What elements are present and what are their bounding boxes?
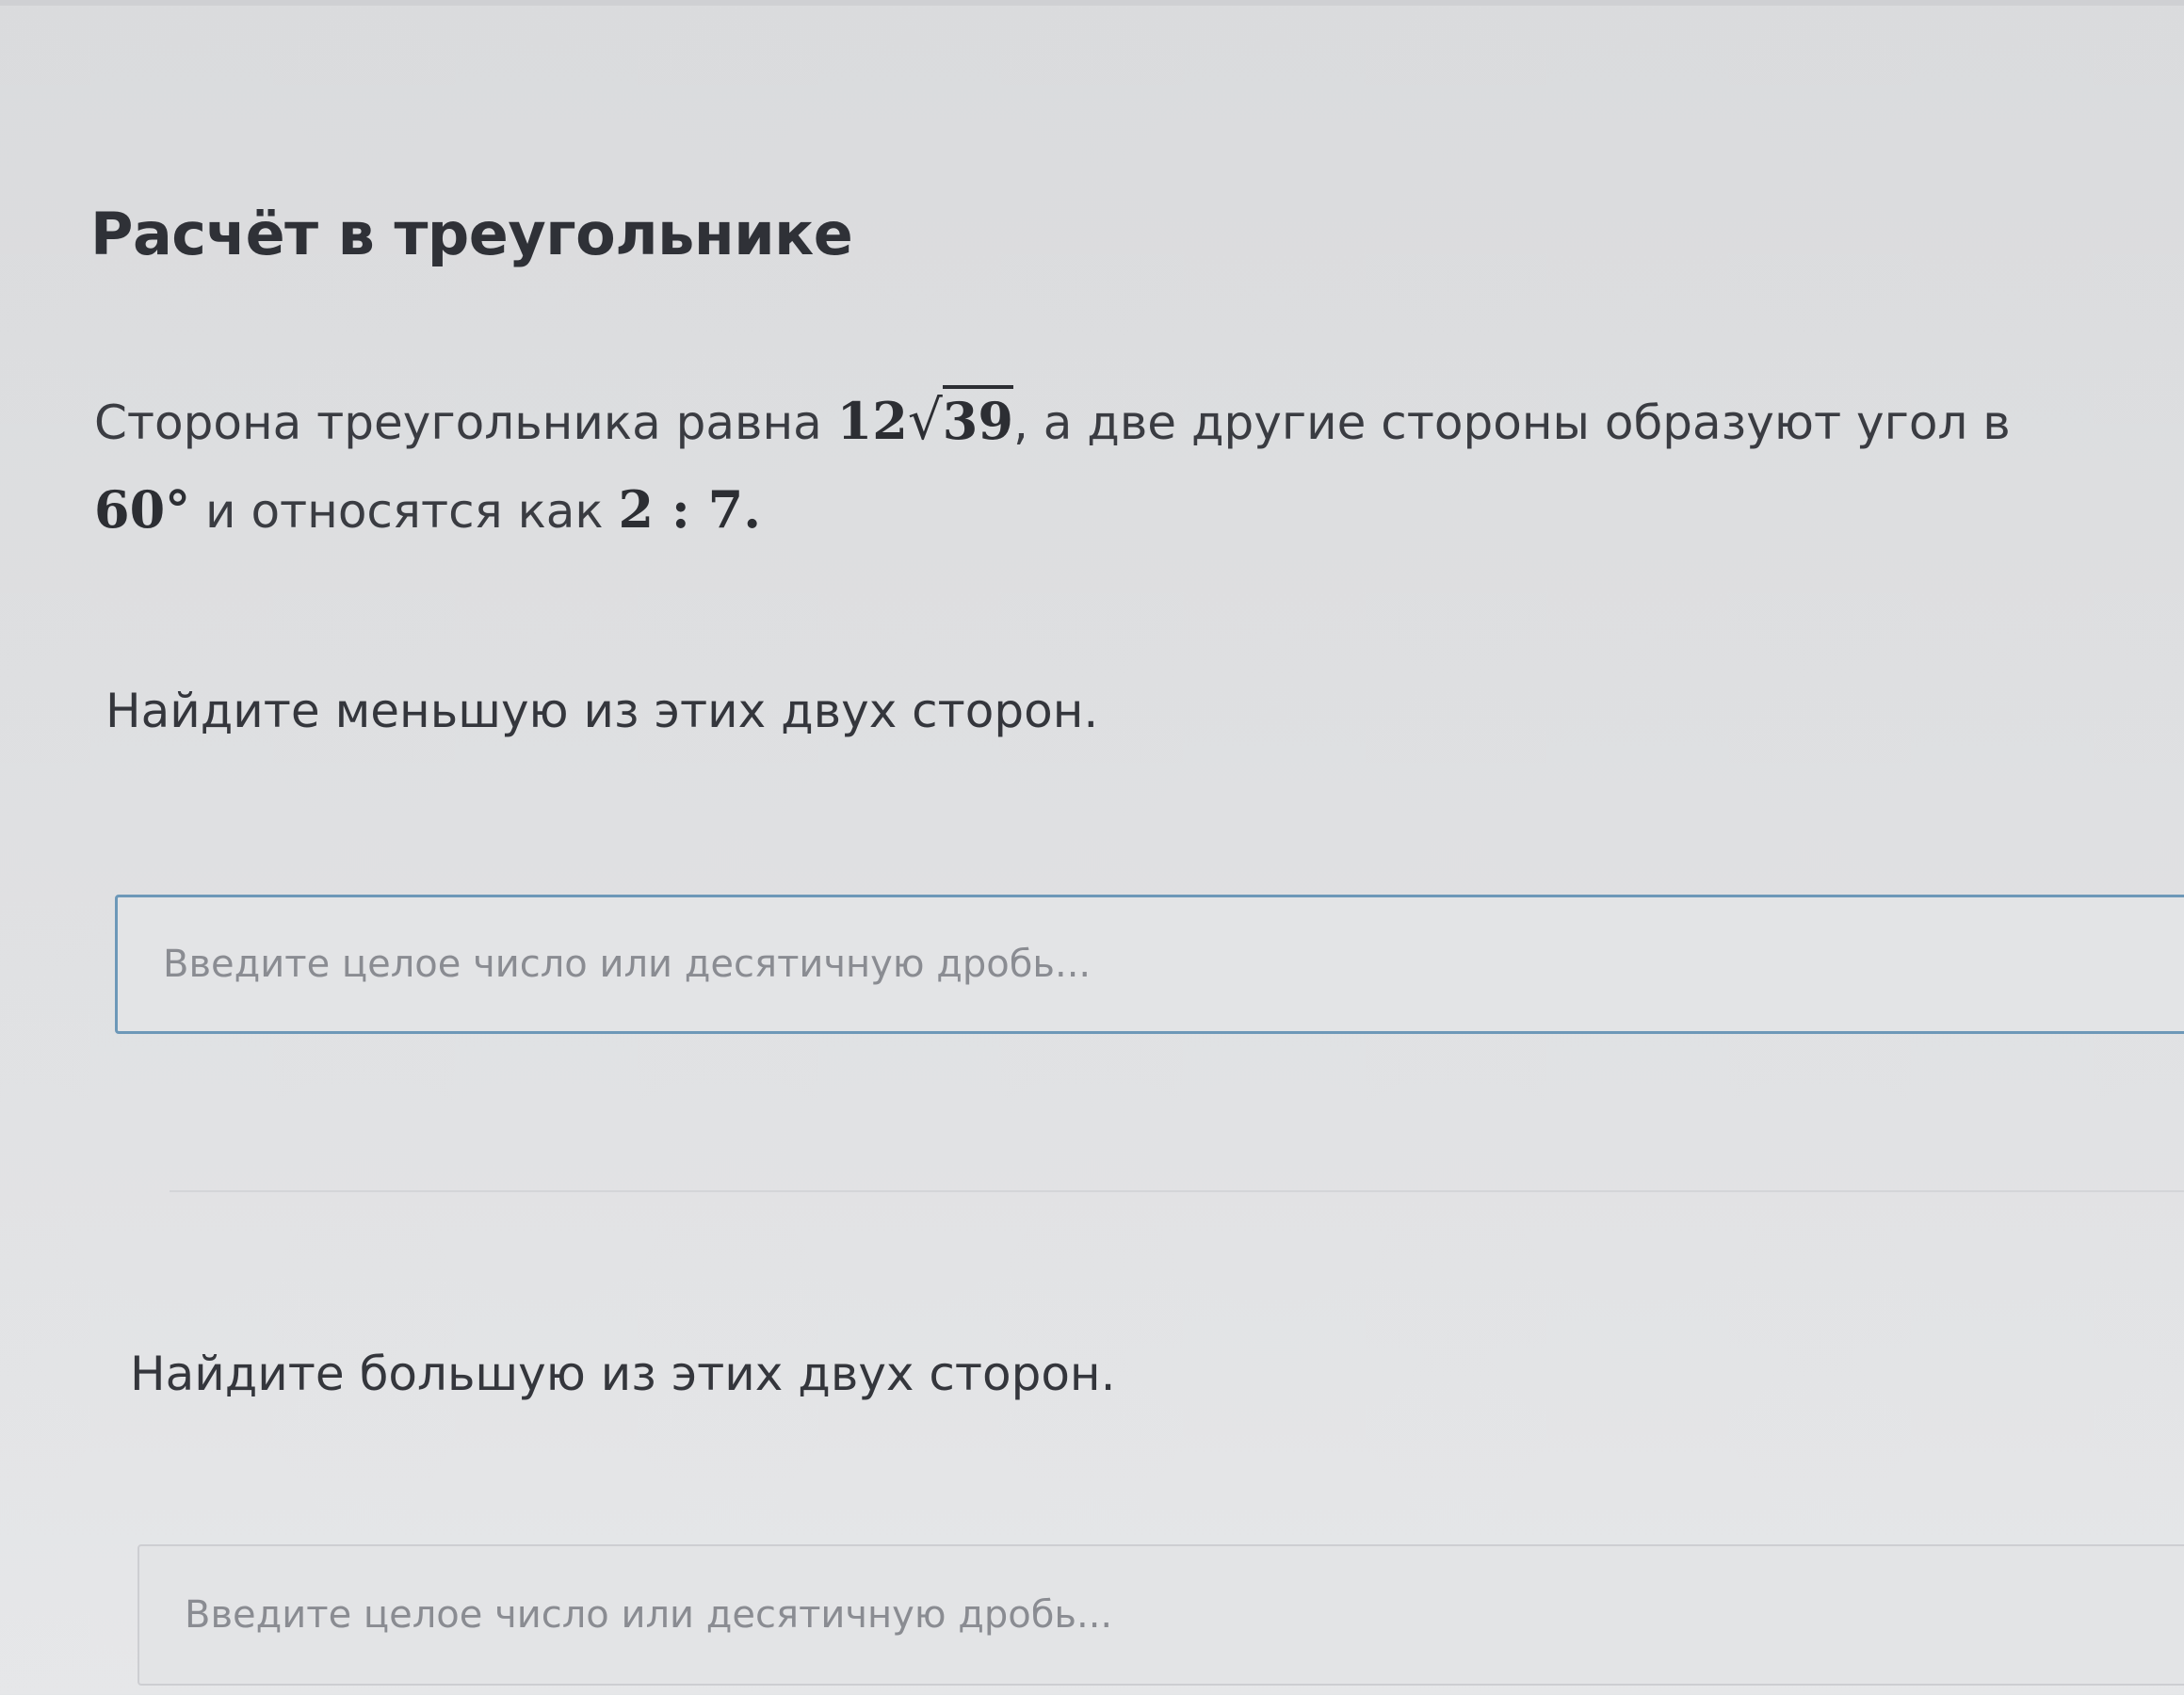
angle-value: 60° xyxy=(94,479,191,540)
statement-text-3: и относятся как xyxy=(190,484,619,539)
answer-input-smaller-side[interactable] xyxy=(115,895,2184,1034)
question-smaller-side: Найдите меньшую из этих двух сторон. xyxy=(105,684,1099,738)
problem-statement: Сторона треугольника равна 12√39, а две … xyxy=(94,377,2119,555)
side-radicand: 39 xyxy=(942,385,1013,451)
question-larger-side: Найдите большую из этих двух сторон. xyxy=(130,1347,1116,1401)
browser-top-edge xyxy=(0,0,2184,6)
task-title: Расчёт в треугольнике xyxy=(90,200,853,268)
side-coefficient: 12 xyxy=(836,391,908,451)
section-divider xyxy=(170,1190,2184,1192)
statement-text-1: Сторона треугольника равна xyxy=(94,396,837,450)
answer-input-larger-side[interactable] xyxy=(138,1544,2184,1686)
statement-text-2: , а две другие стороны образуют угол в xyxy=(1012,396,2011,450)
side-length-formula: 12√39 xyxy=(836,385,1013,452)
statement-period: . xyxy=(743,479,762,540)
sqrt-symbol: √ xyxy=(907,388,943,452)
task-card: Расчёт в треугольнике Сторона треугольни… xyxy=(0,28,2184,1695)
ratio-value: 2 : 7 xyxy=(618,479,744,540)
